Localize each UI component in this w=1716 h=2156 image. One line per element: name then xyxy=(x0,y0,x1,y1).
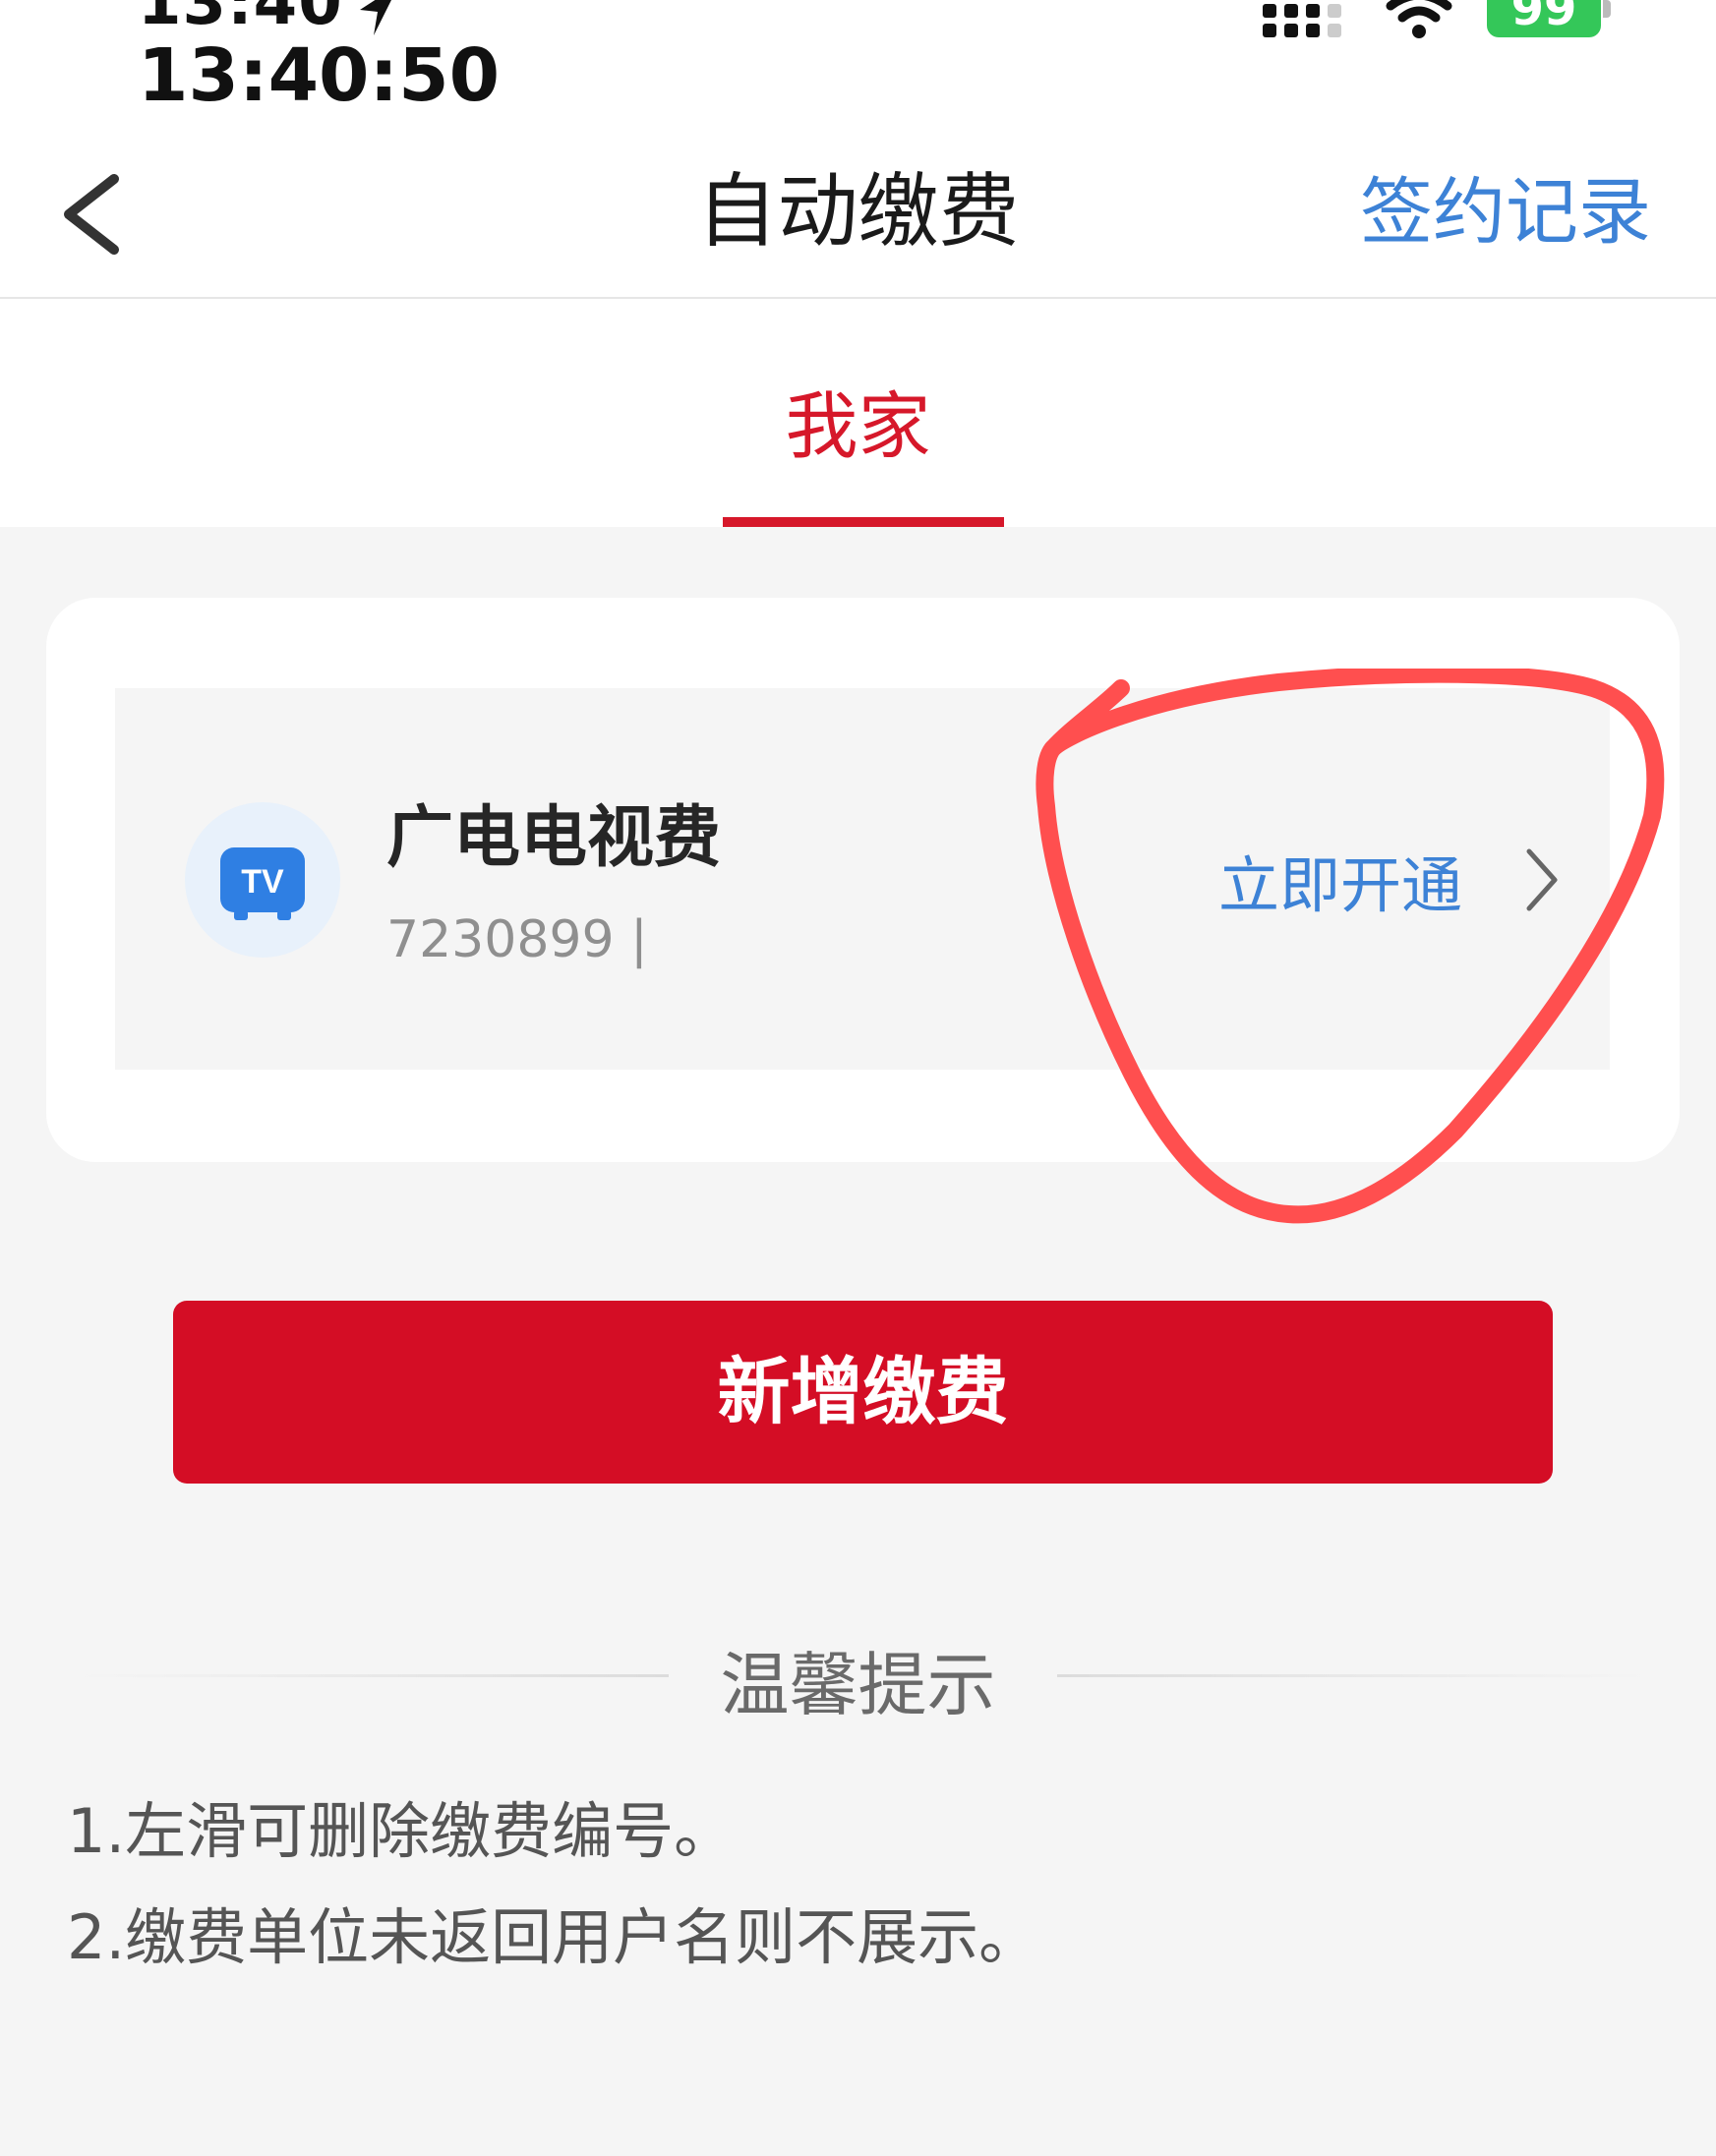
status-time-seconds: 13:40:50 xyxy=(138,33,501,118)
hand-drawn-circle-annotation xyxy=(1036,669,1665,1224)
cellular-signal-icon xyxy=(1263,4,1341,37)
battery-indicator: 99 xyxy=(1487,0,1601,37)
back-button[interactable] xyxy=(55,157,134,265)
nav-bar: 自动缴费 签约记录 xyxy=(0,128,1716,299)
account-number: 7230899 | xyxy=(386,910,648,969)
battery-tip xyxy=(1603,0,1611,18)
add-payment-button[interactable]: 新增缴费 xyxy=(173,1301,1553,1484)
chevron-left-icon xyxy=(64,174,119,255)
sign-record-link[interactable]: 签约记录 xyxy=(1360,128,1651,297)
tip-item: 2.缴费单位未返回用户名则不展示。 xyxy=(67,1901,1040,1973)
svg-text:TV: TV xyxy=(241,863,284,901)
tip-item: 1.左滑可删除缴费编号。 xyxy=(67,1795,736,1867)
tab-bar: 我家 xyxy=(0,299,1716,527)
service-name: 广电电视费 xyxy=(386,799,722,877)
tab-home-label: 我家 xyxy=(785,384,931,469)
status-bar: 13:40 13:40:50 99 xyxy=(0,0,1716,128)
wifi-icon xyxy=(1386,0,1452,38)
tab-home[interactable]: 我家 xyxy=(0,299,1716,527)
tv-icon-badge: TV xyxy=(185,802,340,958)
tips-title: 温馨提示 xyxy=(720,1645,996,1725)
tv-icon: TV xyxy=(220,847,305,920)
tips-divider-right xyxy=(1057,1674,1647,1677)
tab-active-indicator xyxy=(723,517,1004,527)
